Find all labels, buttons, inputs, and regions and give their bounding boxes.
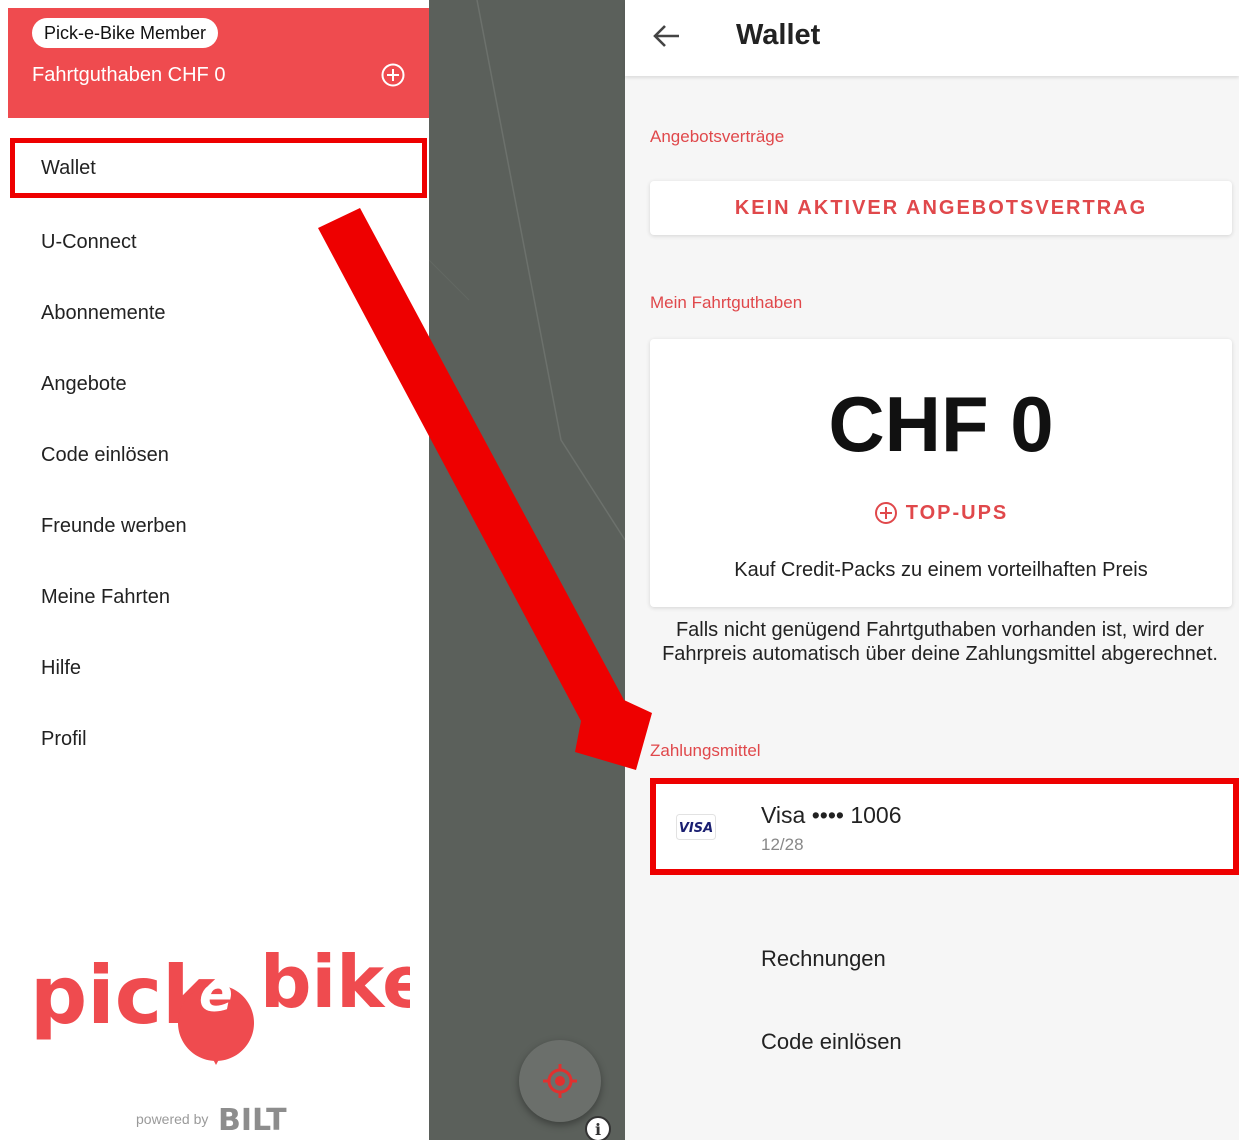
map-info-icon[interactable]: i [585,1116,611,1140]
invoices-link[interactable]: Rechnungen [761,946,886,972]
nav-item-label: Wallet [41,156,96,179]
nav-item-label: Freunde werben [41,515,187,537]
nav-item-code-einloesen[interactable]: Code einlösen [8,420,429,491]
nav-item-hilfe[interactable]: Hilfe [8,633,429,704]
bilt-logo: BILT [218,1103,287,1135]
plus-circle-icon [874,502,897,524]
plus-circle-icon[interactable] [380,62,406,88]
navigation-drawer: Pick-e-Bike Member Fahrtguthaben CHF 0 W… [8,8,429,1140]
nav-item-label: Meine Fahrten [41,586,170,608]
topups-label: TOP-UPS [905,501,1009,524]
nav-item-freunde-werben[interactable]: Freunde werben [8,491,429,562]
map-view[interactable]: i [429,0,625,1140]
svg-text:VISA: VISA [679,821,713,836]
nav-item-abonnemente[interactable]: Abonnemente [8,278,429,349]
app-bar: Wallet [625,0,1239,76]
payment-info-note: Falls nicht genügend Fahrtguthaben vorha… [662,619,1218,665]
balance-card: CHF 0 TOP-UPS Kauf Credit-Packs zu einem… [650,339,1232,607]
nav-item-profil[interactable]: Profil [8,704,429,775]
nav-item-label: Angebote [41,373,127,395]
nav-item-angebote[interactable]: Angebote [8,349,429,420]
balance-amount: CHF 0 [828,380,1054,468]
visa-card-icon: VISA [676,814,716,840]
payment-section-label: Zahlungsmittel [650,741,761,760]
payment-method-visa[interactable]: VISA Visa •••• 1006 12/28 [650,778,1239,875]
nav-item-label: Hilfe [41,657,82,679]
powered-by-label: powered by [136,1111,209,1127]
card-name: Visa •••• 1006 [761,802,902,828]
page-title: Wallet [736,19,821,51]
powered-by: powered by BILT [136,1103,292,1135]
nav-item-meine-fahrten[interactable]: Meine Fahrten [8,562,429,633]
svg-text:BILT: BILT [218,1103,287,1135]
arrow-left-icon[interactable] [651,20,683,52]
nav-item-label: U-Connect [41,231,137,253]
crosshair-target-icon [543,1064,577,1098]
pick-e-bike-logo: pick e bike [30,940,410,1065]
drawer-header: Pick-e-Bike Member Fahrtguthaben CHF 0 [8,8,429,118]
map-roads [429,0,625,541]
drawer-menu: Wallet U-Connect Abonnemente Angebote Co… [8,136,429,775]
wallet-screen: Wallet Angebotsverträge KEIN AKTIVER ANG… [625,0,1239,1140]
contract-status-card[interactable]: KEIN AKTIVER ANGEBOTSVERTRAG [650,181,1232,235]
logo-word-bike: bike [260,940,410,1024]
redeem-code-link[interactable]: Code einlösen [761,1029,902,1055]
nav-item-u-connect[interactable]: U-Connect [8,207,429,278]
drawer-balance: Fahrtguthaben CHF 0 [32,64,226,86]
nav-item-label: Profil [41,728,87,750]
balance-section-label: Mein Fahrtguthaben [650,293,803,312]
nav-item-wallet[interactable]: Wallet [8,136,429,200]
credit-packs-text: Kauf Credit-Packs zu einem vorteilhaften… [734,559,1148,581]
contract-status-text: KEIN AKTIVER ANGEBOTSVERTRAG [734,196,1148,219]
contracts-section-label: Angebotsverträge [650,127,785,146]
card-expiry: 12/28 [761,835,804,854]
member-badge: Pick-e-Bike Member [32,18,219,48]
nav-item-label: Abonnemente [41,302,166,324]
nav-item-label: Code einlösen [41,444,169,466]
logo-word-e: e [199,965,233,1023]
topups-button[interactable]: TOP-UPS [650,501,1232,525]
locate-button[interactable] [519,1040,601,1122]
